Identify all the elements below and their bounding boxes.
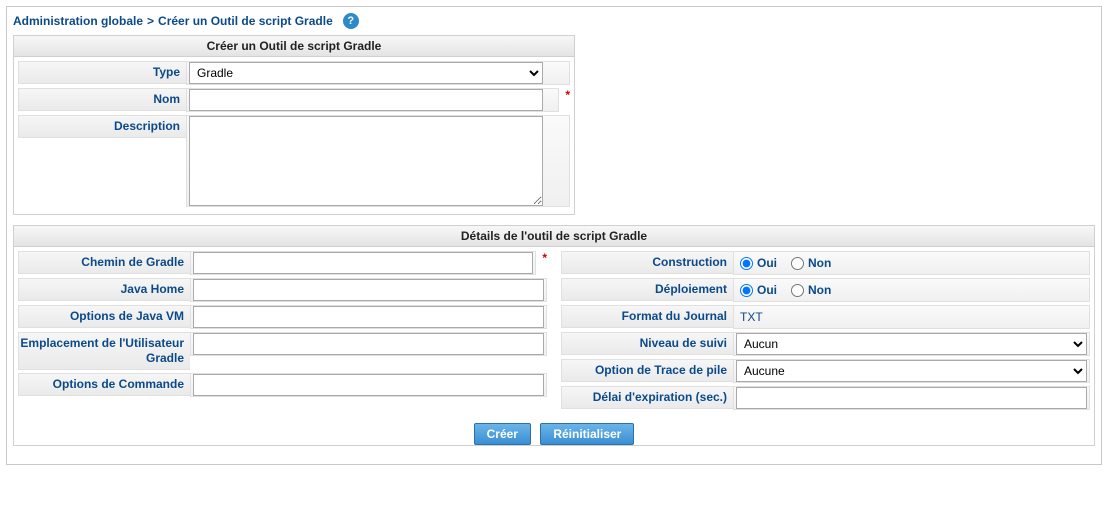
deploiement-oui-radio[interactable]	[740, 284, 753, 297]
create-panel-title: Créer un Outil de script Gradle	[14, 36, 574, 57]
reset-button[interactable]: Réinitialiser	[540, 423, 634, 445]
construction-oui-radio[interactable]	[740, 257, 753, 270]
button-row: Créer Réinitialiser	[14, 417, 1094, 445]
niveau-label: Niveau de suivi	[561, 332, 733, 355]
deploiement-label: Déploiement	[561, 278, 733, 301]
trace-select[interactable]: Aucune	[736, 360, 1087, 382]
cmdopts-label: Options de Commande	[18, 373, 190, 396]
oui-label: Oui	[757, 283, 777, 297]
construction-non[interactable]: Non	[791, 256, 831, 270]
create-panel: Créer un Outil de script Gradle Type Gra…	[13, 35, 575, 215]
construction-oui[interactable]: Oui	[740, 256, 777, 270]
journal-value: TXT	[736, 306, 767, 328]
breadcrumb-current: Créer un Outil de script Gradle	[158, 14, 333, 28]
deploiement-non-radio[interactable]	[791, 284, 804, 297]
nom-label: Nom	[18, 88, 186, 111]
delai-label: Délai d'expiration (sec.)	[561, 386, 733, 409]
nom-input[interactable]	[189, 89, 543, 111]
userloc-label: Emplacement de l'Utilisateur Gradle	[18, 332, 190, 370]
javahome-label: Java Home	[18, 278, 190, 301]
delai-input[interactable]	[736, 387, 1087, 409]
userloc-input[interactable]	[193, 333, 544, 355]
breadcrumb-sep: >	[147, 14, 154, 28]
deploiement-non[interactable]: Non	[791, 283, 831, 297]
breadcrumb: Administration globale > Créer un Outil …	[13, 11, 1095, 35]
non-label: Non	[808, 256, 831, 270]
construction-label: Construction	[561, 251, 733, 274]
description-label: Description	[18, 115, 186, 138]
chemin-input[interactable]	[193, 252, 533, 274]
oui-label: Oui	[757, 256, 777, 270]
cmdopts-input[interactable]	[193, 374, 544, 396]
type-select[interactable]: Gradle	[189, 62, 543, 84]
trace-label: Option de Trace de pile	[561, 359, 733, 382]
details-right-col: Construction Oui Non Déploiement Oui Non	[561, 251, 1090, 413]
required-mark: *	[542, 251, 547, 265]
type-label: Type	[18, 61, 186, 84]
jvmopts-label: Options de Java VM	[18, 305, 190, 328]
breadcrumb-root[interactable]: Administration globale	[13, 14, 143, 28]
required-mark: *	[565, 88, 570, 102]
help-icon[interactable]: ?	[343, 13, 359, 29]
details-left-col: Chemin de Gradle * Java Home Options de …	[18, 251, 547, 413]
construction-non-radio[interactable]	[791, 257, 804, 270]
page-container: Administration globale > Créer un Outil …	[6, 6, 1102, 465]
non-label: Non	[808, 283, 831, 297]
journal-label: Format du Journal	[561, 305, 733, 328]
create-button[interactable]: Créer	[474, 423, 531, 445]
details-panel: Détails de l'outil de script Gradle Chem…	[13, 225, 1095, 446]
jvmopts-input[interactable]	[193, 306, 544, 328]
javahome-input[interactable]	[193, 279, 544, 301]
description-textarea[interactable]	[189, 116, 543, 206]
chemin-label: Chemin de Gradle	[18, 251, 190, 274]
details-panel-title: Détails de l'outil de script Gradle	[14, 226, 1094, 247]
niveau-select[interactable]: Aucun	[736, 333, 1087, 355]
deploiement-oui[interactable]: Oui	[740, 283, 777, 297]
